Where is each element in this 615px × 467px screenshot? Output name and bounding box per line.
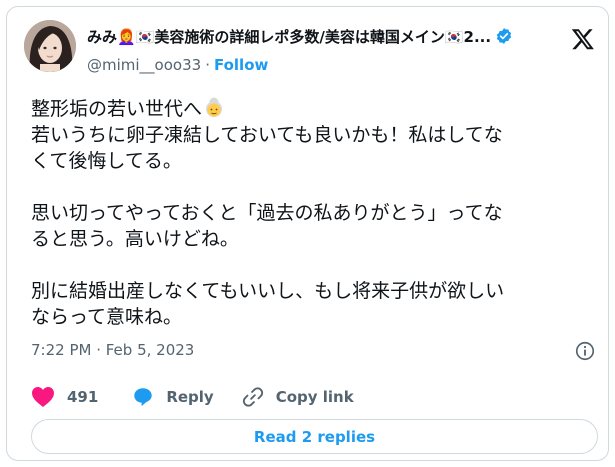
tweet-line: 整形垢の若い世代へ — [31, 98, 203, 120]
tweet-line: 別に結婚出産しなくてもいいし、もし将来子供が欲しい — [31, 280, 505, 302]
author-handle-row: @mimi__ooo33 · Follow — [87, 56, 268, 74]
tweet-line: ると思う。高いけどね。 — [31, 228, 239, 250]
tweet-text: 整形垢の若い世代へ 若いうちに卵子凍結しておいても良いかも！私はしてな くて後悔… — [31, 95, 601, 330]
author-name-row[interactable]: みみ👩‍🦰🇰🇷美容施術の詳細レポ多数/美容は韓国メイン🇰🇷2... — [87, 26, 547, 46]
tweet-line: ならって意味ね。 — [31, 306, 183, 328]
copy-link-button[interactable]: Copy link — [242, 386, 354, 408]
author-handle[interactable]: @mimi__ooo33 — [87, 56, 201, 74]
tweet-timestamp[interactable]: 7:22 PM · Feb 5, 2023 — [31, 341, 194, 359]
read-replies-button[interactable]: Read 2 replies — [31, 419, 598, 454]
separator: · — [205, 56, 210, 74]
tweet-line: 思い切ってやっておくと「過去の私ありがとう」ってな — [31, 202, 503, 224]
avatar[interactable] — [24, 20, 76, 72]
avatar-photo — [24, 20, 76, 72]
like-count: 491 — [67, 388, 99, 406]
tweet-card: みみ👩‍🦰🇰🇷美容施術の詳細レポ多数/美容は韓国メイン🇰🇷2... @mimi_… — [6, 6, 609, 461]
copy-link-label: Copy link — [275, 388, 354, 406]
info-icon[interactable] — [574, 340, 596, 362]
tweet-actions: 491 Reply Copy link — [31, 385, 354, 409]
follow-button[interactable]: Follow — [214, 56, 268, 74]
tweet-line: くて後悔してる。 — [31, 150, 182, 172]
heart-icon — [32, 387, 54, 407]
x-logo-icon[interactable] — [570, 27, 596, 51]
older-woman-emoji-icon — [206, 97, 223, 117]
verified-badge-icon — [496, 28, 512, 44]
link-icon — [242, 387, 263, 407]
like-button[interactable]: 491 — [31, 386, 132, 408]
read-replies-label: Read 2 replies — [253, 427, 376, 446]
author-display-name[interactable]: みみ👩‍🦰🇰🇷美容施術の詳細レポ多数/美容は韓国メイン🇰🇷2... — [87, 26, 491, 47]
reply-label: Reply — [166, 388, 214, 406]
reply-button[interactable]: Reply — [132, 386, 241, 408]
tweet-line: 若いうちに卵子凍結しておいても良いかも！私はしてな — [31, 124, 503, 146]
reply-bubble-icon — [134, 388, 153, 407]
